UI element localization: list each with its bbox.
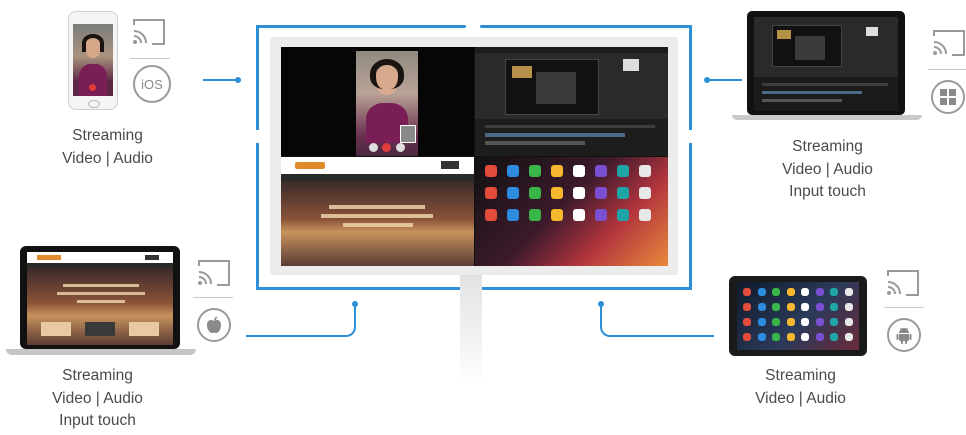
self-view: [400, 125, 416, 143]
app-icon[interactable]: [639, 165, 651, 177]
app-icon[interactable]: [551, 165, 563, 177]
windows-icon: [931, 80, 965, 114]
app-icon[interactable]: [772, 318, 780, 326]
app-icon[interactable]: [485, 209, 497, 221]
android-tablet-screen: [737, 282, 859, 350]
windows-laptop-label: Streaming Video | Audio Input touch: [782, 138, 873, 200]
quadrant-video-call: [281, 47, 474, 156]
website-hero: [281, 181, 474, 266]
connector-macbook: [246, 305, 356, 337]
iphone-label: Streaming Video | Audio: [62, 127, 153, 167]
app-icon[interactable]: [801, 288, 809, 296]
display-stand: [460, 275, 482, 385]
iphone-screen: [73, 24, 113, 96]
app-icon[interactable]: [617, 209, 629, 221]
app-icon[interactable]: [830, 303, 838, 311]
windows-laptop-device: [732, 11, 922, 120]
app-icon[interactable]: [743, 333, 751, 341]
app-icon[interactable]: [830, 288, 838, 296]
android-tablet-device: [729, 276, 867, 356]
app-icon[interactable]: [639, 209, 651, 221]
app-icon[interactable]: [844, 303, 853, 311]
app-icon[interactable]: [815, 303, 824, 311]
connector-windows: [708, 79, 742, 81]
iphone-device: [68, 11, 118, 110]
end-call-icon[interactable]: [382, 143, 391, 152]
quadrant-android-home: [475, 157, 668, 266]
flip-camera-icon[interactable]: [396, 143, 405, 152]
app-icon[interactable]: [757, 288, 766, 296]
app-icon[interactable]: [639, 187, 651, 199]
mute-icon[interactable]: [369, 143, 378, 152]
app-icon[interactable]: [529, 165, 541, 177]
app-icon[interactable]: [595, 187, 607, 199]
app-icon[interactable]: [772, 333, 780, 341]
app-icon[interactable]: [772, 303, 780, 311]
app-icon[interactable]: [830, 333, 838, 341]
app-icon[interactable]: [573, 187, 585, 199]
app-icon[interactable]: [507, 187, 519, 199]
connector-android: [600, 305, 714, 337]
app-icon[interactable]: [801, 333, 809, 341]
app-icon[interactable]: [757, 303, 766, 311]
macbook-screen: [27, 252, 173, 345]
app-icon[interactable]: [757, 333, 766, 341]
app-icon[interactable]: [801, 318, 809, 326]
cast-icon: [933, 30, 965, 56]
android-tablet-label: Streaming Video | Audio: [755, 367, 846, 407]
cast-icon: [198, 260, 230, 286]
app-icon[interactable]: [786, 288, 795, 296]
shared-screen: [281, 47, 668, 266]
windows-laptop-screen: [754, 17, 898, 111]
apple-icon: [197, 308, 231, 342]
app-icon[interactable]: [743, 318, 751, 326]
app-icon[interactable]: [485, 165, 497, 177]
app-icon[interactable]: [573, 209, 585, 221]
app-icon[interactable]: [743, 303, 751, 311]
ios-icon: iOS: [133, 65, 171, 103]
app-icon[interactable]: [743, 288, 751, 296]
app-icon[interactable]: [801, 303, 809, 311]
app-icon[interactable]: [617, 165, 629, 177]
editor-timeline: [475, 119, 668, 156]
app-icon[interactable]: [529, 209, 541, 221]
app-icon[interactable]: [815, 288, 824, 296]
caller-video: [356, 51, 418, 156]
app-icon[interactable]: [507, 165, 519, 177]
cast-icon: [887, 270, 919, 296]
quadrant-website: [281, 157, 474, 266]
app-icon[interactable]: [830, 318, 838, 326]
app-icon[interactable]: [595, 209, 607, 221]
app-icon[interactable]: [786, 318, 795, 326]
app-icon[interactable]: [507, 209, 519, 221]
app-icon[interactable]: [772, 288, 780, 296]
app-icon[interactable]: [757, 318, 766, 326]
android-icon: [887, 318, 921, 352]
editor-preview: [505, 59, 599, 115]
app-icon[interactable]: [844, 333, 853, 341]
connector-iphone: [203, 79, 238, 81]
app-icon[interactable]: [573, 165, 585, 177]
app-icon[interactable]: [844, 318, 853, 326]
app-icon[interactable]: [815, 318, 824, 326]
app-icon[interactable]: [786, 303, 795, 311]
app-icon[interactable]: [595, 165, 607, 177]
app-icon[interactable]: [551, 187, 563, 199]
macbook-device: [6, 246, 196, 356]
quadrant-video-editor: [475, 47, 668, 156]
app-icon[interactable]: [844, 288, 853, 296]
app-icon[interactable]: [529, 187, 541, 199]
app-icon[interactable]: [617, 187, 629, 199]
macbook-label: Streaming Video | Audio Input touch: [52, 367, 143, 429]
app-icon[interactable]: [551, 209, 563, 221]
cast-icon: [133, 19, 165, 45]
app-icon[interactable]: [786, 333, 795, 341]
app-icon[interactable]: [815, 333, 824, 341]
app-icon[interactable]: [485, 187, 497, 199]
